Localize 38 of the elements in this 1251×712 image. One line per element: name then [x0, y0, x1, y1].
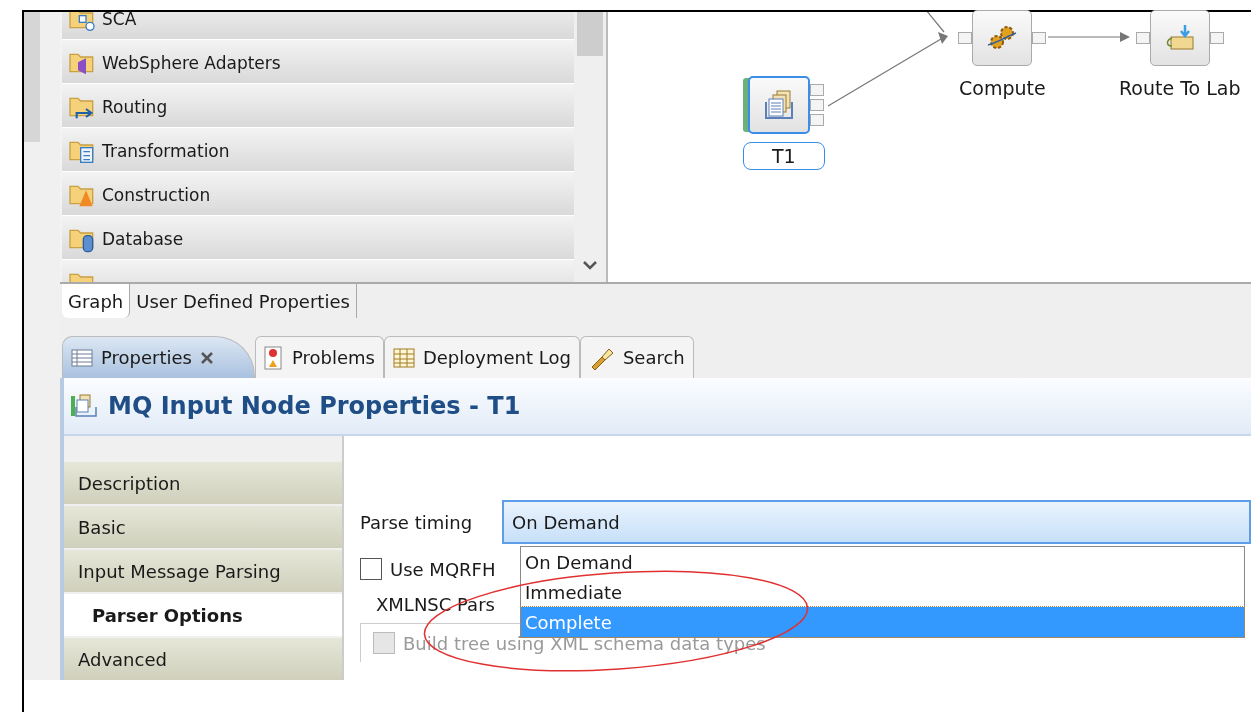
flow-node[interactable] [748, 76, 811, 134]
checkbox-label: Use MQRFH [390, 558, 496, 580]
checkbox[interactable] [360, 558, 382, 580]
output-terminal[interactable] [1032, 32, 1047, 44]
table-icon [71, 348, 93, 367]
palette-drawer[interactable]: SCA [62, 12, 574, 40]
flow-node[interactable] [1149, 10, 1210, 66]
scrollbar-thumb[interactable] [577, 12, 603, 56]
node-label: T1 [743, 142, 825, 170]
section-tab[interactable]: Input Message Parsing [64, 550, 342, 592]
section-tab[interactable]: Basic [64, 506, 342, 548]
chevron-down-icon[interactable] [583, 260, 597, 270]
editor-tab[interactable]: Graph [62, 284, 131, 318]
view-tab[interactable]: Properties [62, 336, 255, 378]
view-tab[interactable]: Problems [254, 336, 384, 378]
scrollbar-thumb[interactable] [24, 12, 40, 142]
parse-timing-dropdown[interactable]: On Demand [502, 500, 1251, 544]
input-terminal[interactable] [1135, 32, 1150, 44]
output-terminal[interactable] [810, 84, 825, 96]
view-tab[interactable]: Deployment Log [383, 336, 580, 378]
output-terminal[interactable] [810, 114, 825, 126]
view-tab[interactable]: Search [579, 336, 694, 378]
group-label: XMLNSC Pars [376, 594, 496, 615]
output-terminal[interactable] [810, 99, 825, 111]
properties-title: MQ Input Node Properties - T1 [108, 392, 521, 420]
grid-icon [392, 347, 415, 368]
section-tab[interactable]: Parser Options [64, 594, 342, 636]
node-label: Route To Lab [1118, 76, 1242, 101]
close-icon[interactable] [199, 350, 214, 365]
node-label: Compute [958, 76, 1047, 101]
field-label: Parse timing [360, 511, 473, 533]
node-icon [70, 393, 98, 419]
input-terminal[interactable] [958, 32, 973, 44]
section-tab[interactable]: Description [64, 462, 342, 504]
section-tab[interactable]: Advanced [64, 638, 342, 680]
problems-icon [263, 345, 284, 370]
flow-node[interactable] [972, 10, 1033, 66]
editor-tab[interactable]: User Defined Properties [130, 284, 357, 318]
